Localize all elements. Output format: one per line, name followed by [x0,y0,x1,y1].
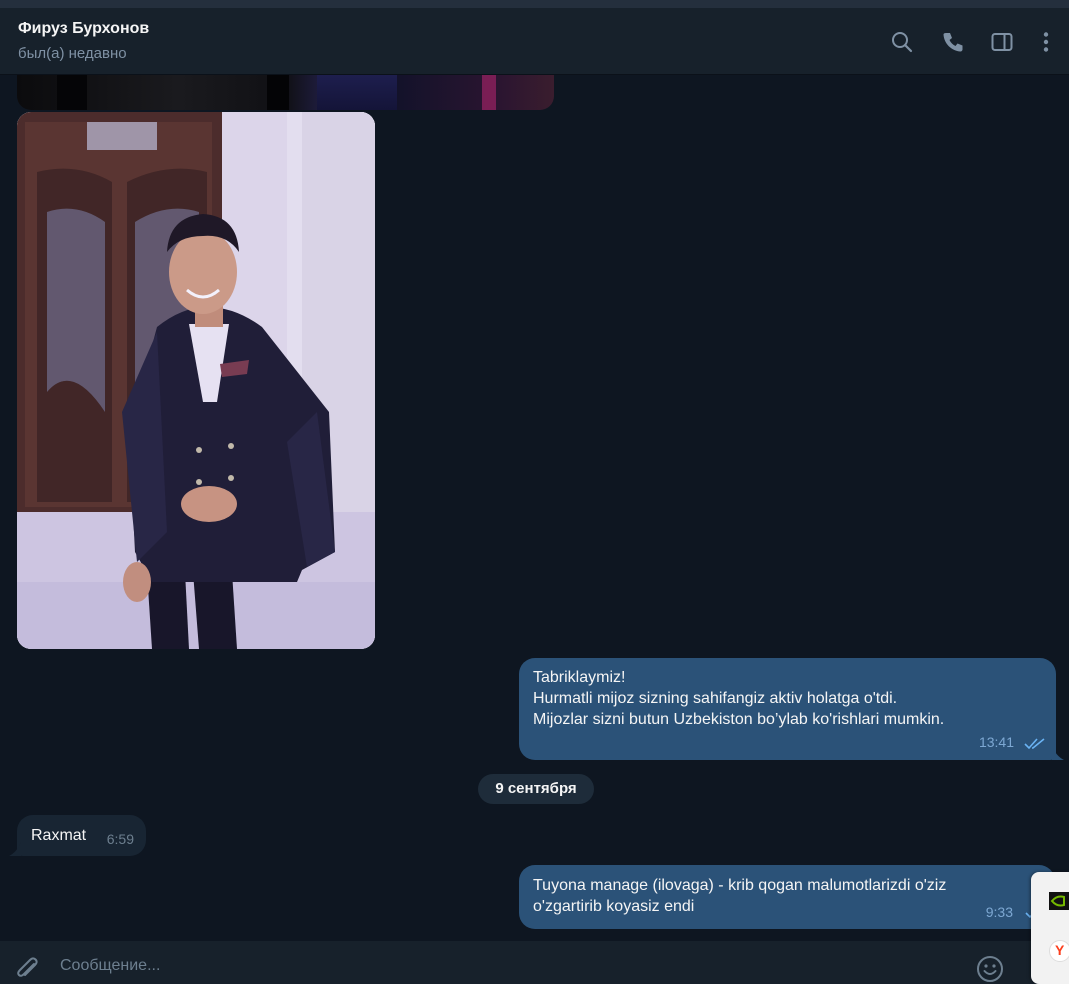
photo-message-partial[interactable] [17,75,554,110]
read-checkmarks-icon [1024,738,1046,750]
contact-status: был(а) недавно [18,45,127,62]
date-separator: 9 сентября [478,774,594,804]
sidebar-toggle-icon[interactable] [990,30,1014,54]
incoming-message[interactable]: Raxmat 6:59 [17,815,146,856]
search-icon[interactable] [890,30,914,54]
message-input[interactable] [60,951,940,981]
yandex-icon[interactable]: Y [1049,940,1069,962]
message-text-line: Mijozlar sizni butun Uzbekiston bo’ylab … [533,711,945,728]
message-time: 13:41 [978,734,1014,750]
outgoing-message[interactable]: Tuyona manage (ilovaga) - krib qogan mal… [519,865,1055,929]
nvidia-icon[interactable] [1049,892,1069,910]
attach-icon[interactable] [14,955,40,983]
external-overlay-panel: Y [1031,872,1069,984]
chat-window: Фируз Бурхонов был(а) недавно Tabriklaym… [0,0,1069,984]
chat-header: Фируз Бурхонов был(а) недавно [0,8,1069,75]
bubble-tail [9,842,21,856]
photo-message[interactable] [17,112,375,649]
window-top-strip [0,0,1069,8]
message-list[interactable]: Tabriklaymiz! Hurmatli mijoz sizning sah… [0,75,1069,941]
message-composer [0,941,1069,984]
message-text-line: Hurmatli mijoz sizning sahifangiz aktiv … [533,690,898,707]
emoji-icon[interactable] [976,955,1004,983]
message-text-line: o'zgartirib koyasiz endi [533,898,695,915]
outgoing-message[interactable]: Tabriklaymiz! Hurmatli mijoz sizning sah… [519,658,1056,760]
message-time: 6:59 [106,831,134,847]
message-time: 9:33 [985,904,1013,920]
message-text-line: Tabriklaymiz! [533,669,626,686]
message-text-line: Tuyona manage (ilovaga) - krib qogan mal… [533,877,947,894]
phone-icon[interactable] [941,30,965,54]
bubble-tail [1052,746,1064,760]
contact-name[interactable]: Фируз Бурхонов [18,20,149,38]
more-vertical-icon[interactable] [1034,30,1058,54]
